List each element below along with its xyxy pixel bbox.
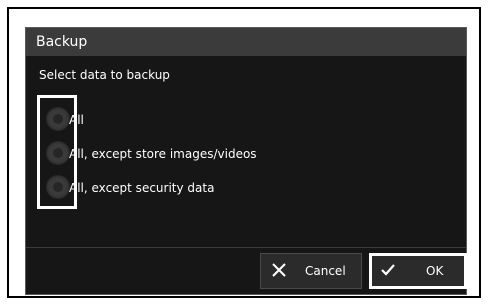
cancel-button[interactable]: Cancel — [260, 253, 362, 289]
close-icon — [272, 263, 286, 277]
ok-button[interactable]: OK — [369, 253, 467, 289]
radio-button-icon[interactable] — [46, 107, 70, 131]
radio-label-all-except-security-data: All, except security data — [69, 181, 215, 195]
radio-label-all-except-store-images-videos: All, except store images/videos — [69, 147, 257, 161]
footer-divider — [26, 247, 466, 248]
backup-options-group: All All, except store images/videos All,… — [37, 95, 457, 211]
radio-option-all-except-security-data[interactable]: All, except security data — [37, 173, 437, 203]
radio-option-all-except-store-images-videos[interactable]: All, except store images/videos — [37, 139, 437, 169]
radio-button-icon[interactable] — [46, 175, 70, 199]
backup-dialog: Backup Select data to backup All All, ex… — [25, 27, 467, 295]
ok-button-label: OK — [426, 264, 444, 278]
radio-label-all: All — [69, 113, 84, 127]
radio-button-icon[interactable] — [46, 141, 70, 165]
radio-option-all[interactable]: All — [37, 105, 437, 135]
dialog-title-bar: Backup — [26, 28, 466, 56]
dialog-title: Backup — [36, 34, 88, 50]
cancel-button-label: Cancel — [305, 264, 346, 278]
checkmark-icon — [381, 264, 395, 276]
dialog-subtitle: Select data to backup — [39, 68, 170, 82]
